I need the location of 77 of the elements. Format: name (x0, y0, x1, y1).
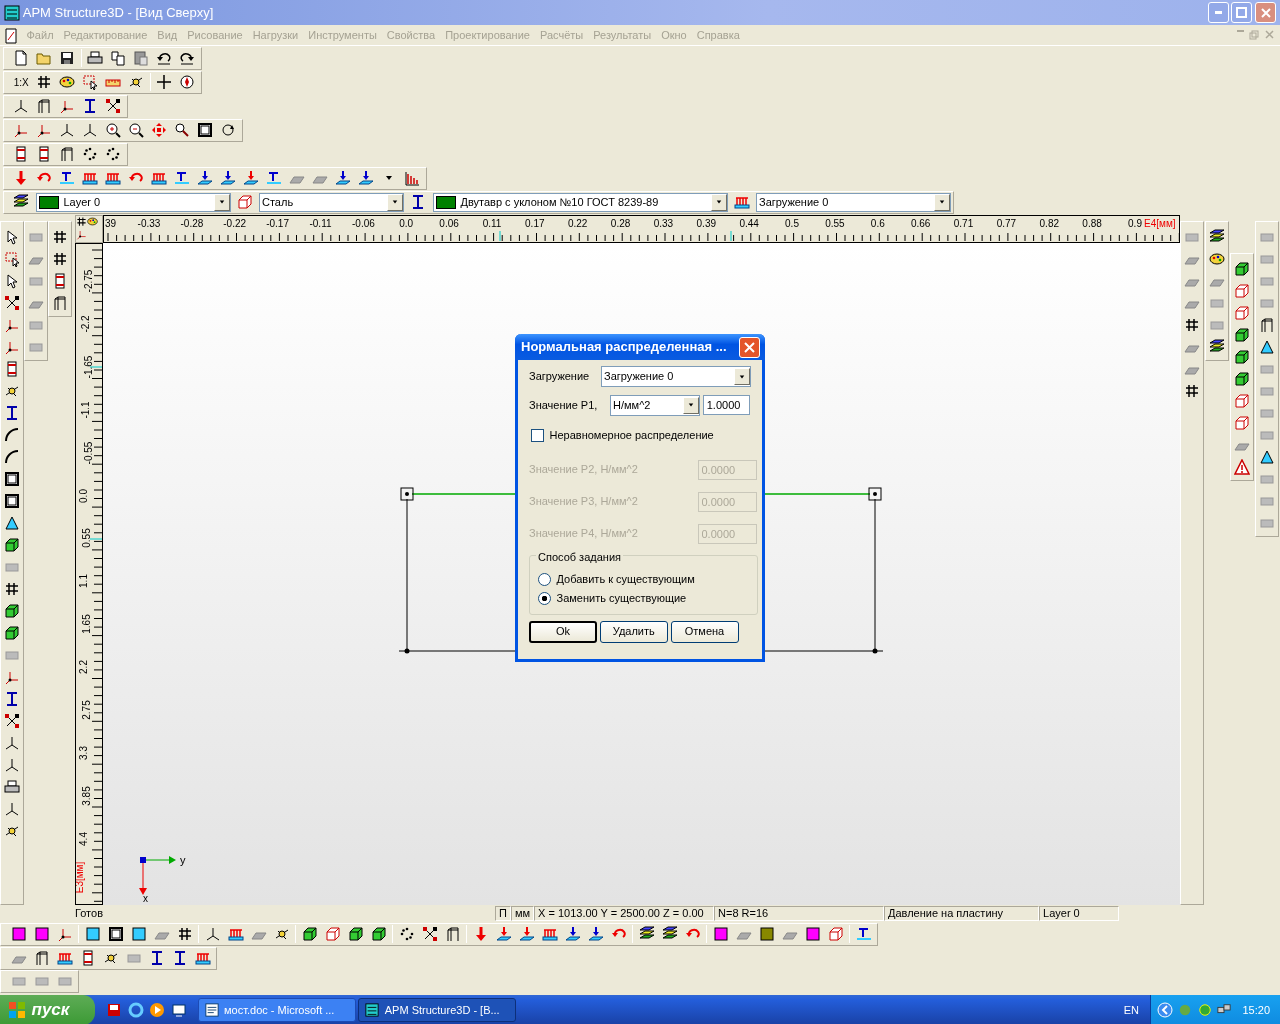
field-label: Загружение (529, 369, 591, 385)
ruler-label: 0.88 (1082, 218, 1102, 229)
axis-label: x (143, 893, 148, 904)
ruler-label: 0.33 (653, 218, 674, 229)
ruler-label: -2.75 (82, 269, 94, 293)
status-cell: Layer 0 (1039, 906, 1120, 921)
ruler-label: -1.65 (82, 355, 94, 379)
ruler-label: 0.0 (399, 218, 414, 229)
field-label: Значение P1, (529, 397, 599, 413)
ruler-label: -0.33 (137, 218, 161, 229)
value-field[interactable]: 1.0000 (702, 395, 750, 415)
status-cell: N=8 R=16 (714, 906, 885, 921)
ruler-label: 0.0 (78, 488, 90, 503)
ruler-label: 0.66 (910, 218, 931, 229)
layer-dropdown[interactable]: Layer 0 (35, 192, 231, 212)
ruler-label: 0.6 (870, 218, 885, 229)
load-case-dropdown[interactable]: Загружение 0 (756, 192, 951, 212)
ruler-label: 0.71 (953, 218, 974, 229)
ruler-label: 39 (105, 218, 117, 229)
load-case-dropdown[interactable]: Загружение 0 (601, 366, 751, 387)
checkbox-label: Неравномерное распределение (549, 428, 714, 443)
ruler-label: 0.44 (739, 218, 759, 229)
field-label: Значение P4, Н/мм^2 (529, 526, 638, 542)
ruler-label: 2.75 (81, 700, 93, 720)
ruler-label: 3.85 (81, 786, 93, 806)
ruler-label: -0.17 (266, 218, 289, 229)
ruler-label: 0.9 (1128, 218, 1142, 229)
section-dropdown[interactable]: Двутавр с уклоном №10 ГОСТ 8239-89 (432, 192, 728, 212)
clock: 15:20 (1242, 1002, 1270, 1018)
ruler-label: 1.65 (81, 614, 93, 634)
ruler-label: -0.22 (223, 218, 247, 229)
language-indicator[interactable]: EN (1123, 1001, 1139, 1019)
ruler-label: 1.1 (78, 574, 90, 589)
ruler-label: 0.22 (567, 218, 588, 229)
ruler-unit: E3[мм] (76, 861, 86, 894)
dialog-button[interactable]: Ok (529, 620, 597, 643)
ruler-label: 0.55 (825, 218, 845, 229)
taskbar-button[interactable]: APM Structure3D - [В... (358, 998, 517, 1022)
ruler-label: 0.82 (1039, 218, 1060, 229)
ruler-label: 0.77 (996, 218, 1017, 229)
ruler-label: 3.3 (78, 745, 90, 760)
status-cell: Давление на пластину (884, 906, 1040, 921)
toolbar-button[interactable]: 1:X (9, 71, 33, 93)
ruler-label: 0.39 (696, 218, 717, 229)
ruler-label: 0.55 (81, 528, 93, 549)
status-cell: X = 1013.00 Y = 2500.00 Z = 0.00 (534, 906, 715, 921)
field-label: Значение P2, Н/мм^2 (529, 462, 638, 478)
ruler-label: 0.11 (482, 218, 502, 229)
ruler-label: 0.17 (525, 218, 545, 229)
group-label: Способ задания (536, 549, 623, 566)
dialog-button[interactable]: Удалить (599, 620, 668, 643)
ruler-label: 0.28 (610, 218, 631, 229)
ruler-label: -0.55 (82, 441, 94, 464)
status-cell: мм (510, 906, 535, 921)
dialog-button[interactable]: Отмена (670, 620, 739, 643)
unit-dropdown[interactable]: Н/мм^2 (610, 394, 700, 416)
ruler-unit: E4[мм] (1144, 218, 1176, 229)
material-dropdown[interactable]: Сталь (259, 192, 404, 212)
ruler-label: -0.06 (352, 218, 375, 229)
ruler-label: 4.4 (78, 831, 90, 846)
field-label: Значение P3, Н/мм^2 (529, 494, 638, 510)
start-button[interactable]: пуск (0, 995, 95, 1024)
axis-label: y (180, 854, 186, 866)
status-text: Готов (74, 906, 104, 922)
ruler-label: -0.11 (309, 218, 332, 229)
ruler-label: -1.1 (80, 401, 92, 419)
radio-label: Заменить существующие (556, 591, 687, 607)
ruler-label: 2.2 (78, 660, 90, 675)
window-title: APM Structure3D - [Вид Сверху] (22, 3, 214, 22)
ruler-label: -2.2 (80, 315, 92, 333)
ruler-label: 0.06 (439, 218, 459, 229)
status-cell: П (495, 906, 511, 921)
ruler-label: 0.5 (785, 218, 799, 229)
dialog-title: Нормальная распределенная ... (521, 338, 727, 357)
radio-label: Добавить к существующим (556, 572, 695, 588)
ruler-label: -0.28 (180, 218, 204, 229)
taskbar-button[interactable]: мост.doc - Microsoft ... (197, 998, 356, 1022)
